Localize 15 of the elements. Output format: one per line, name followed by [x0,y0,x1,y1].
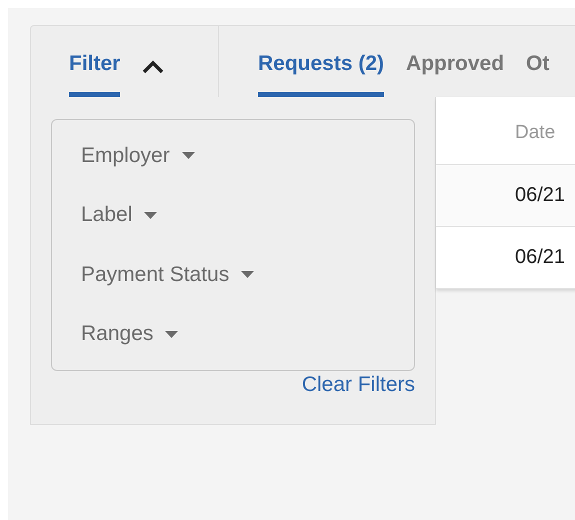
tab[interactable]: Ot [526,52,550,97]
chevron-up-icon[interactable] [142,60,164,74]
caret-down-icon [144,212,158,219]
table-cell: 06/21 [515,184,566,207]
dropdown-button[interactable]: Employer [81,126,195,186]
dropdown-button[interactable]: Label [81,186,158,245]
caret-down-icon [165,330,178,338]
tab[interactable]: Approved [406,52,504,97]
caret-down-icon [241,271,254,278]
dropdown-button[interactable]: Ranges [81,304,178,364]
caret-down-icon [182,152,195,160]
clear-filters-link[interactable]: Clear Filters [302,373,415,397]
column-header: Date [515,122,556,144]
dropdown-button[interactable]: Payment Status [81,245,254,304]
table-cell: 06/21 [515,246,566,269]
